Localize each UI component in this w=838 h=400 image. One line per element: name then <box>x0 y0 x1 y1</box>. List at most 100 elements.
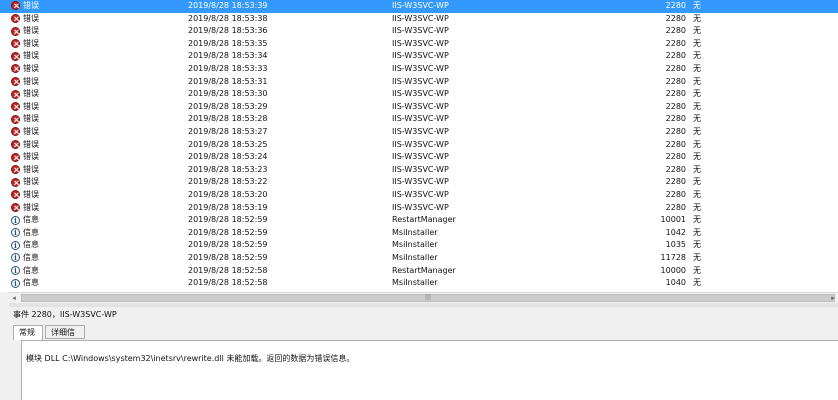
event-level: 信息 <box>23 240 39 250</box>
event-level: 错误 <box>23 13 39 23</box>
event-id: 2280 <box>665 127 686 136</box>
error-icon <box>11 127 20 137</box>
scroll-right-arrow-icon[interactable]: ▸ <box>828 293 838 303</box>
event-id: 2280 <box>665 164 686 174</box>
event-source: IIS-W3SVC-WP <box>392 26 449 36</box>
event-level: 错误 <box>23 190 39 199</box>
event-id: 11728 <box>660 253 686 262</box>
event-date: 2019/8/28 18:53:29 <box>188 101 268 111</box>
event-date: 2019/8/28 18:53:22 <box>188 177 268 187</box>
event-category: 无 <box>693 240 701 250</box>
event-source: RestartManager <box>392 215 456 225</box>
event-list[interactable]: 错误 2019/8/28 18:53:39 IIS-W3SVC-WP 2280 无错误 2… <box>0 0 838 292</box>
event-category: 无 <box>693 164 701 174</box>
event-source: IIS-W3SVC-WP <box>392 1 449 10</box>
event-row[interactable]: 错误 2019/8/28 18:53:25 IIS-W3SVC-WP 2280 无 <box>0 139 838 152</box>
event-level: 错误 <box>23 38 39 48</box>
event-level: 错误 <box>23 26 39 36</box>
event-level-icon-cell <box>11 265 22 278</box>
event-row[interactable]: 错误 2019/8/28 18:53:23 IIS-W3SVC-WP 2280 无 <box>0 164 838 177</box>
event-level-icon-cell <box>11 76 22 89</box>
event-row[interactable]: 错误 2019/8/28 18:53:24 IIS-W3SVC-WP 2280 无 <box>0 151 838 164</box>
event-category: 无 <box>693 26 701 36</box>
event-category: 无 <box>693 152 701 162</box>
event-category: 无 <box>693 76 701 86</box>
event-category: 无 <box>693 278 701 288</box>
event-level-icon-cell <box>11 88 22 101</box>
event-id: 2280 <box>665 38 686 48</box>
event-source: IIS-W3SVC-WP <box>392 13 449 23</box>
event-level-icon-cell <box>11 164 22 177</box>
error-icon <box>11 190 20 200</box>
event-row[interactable]: 信息 2019/8/28 18:52:59 MsiInstaller 1042 无 <box>0 227 838 240</box>
event-row[interactable]: 错误 2019/8/28 18:53:27 IIS-W3SVC-WP 2280 无 <box>0 126 838 139</box>
event-source: IIS-W3SVC-WP <box>392 51 449 61</box>
event-date: 2019/8/28 18:52:59 <box>188 215 268 225</box>
error-icon <box>11 165 20 175</box>
event-date: 2019/8/28 18:53:19 <box>188 202 268 212</box>
event-date: 2019/8/28 18:53:39 <box>188 1 268 10</box>
event-row[interactable]: 信息 2019/8/28 18:52:59 MsiInstaller 11728 无 <box>0 252 838 265</box>
event-row[interactable]: 错误 2019/8/28 18:53:36 IIS-W3SVC-WP 2280 无 <box>0 25 838 38</box>
horizontal-scrollbar[interactable]: ◂ ||| ▸ <box>9 292 838 303</box>
event-category: 无 <box>693 89 701 99</box>
event-row[interactable]: 信息 2019/8/28 18:52:59 MsiInstaller 1035 无 <box>0 239 838 252</box>
event-row[interactable]: 信息 2019/8/28 18:52:58 MsiInstaller 1040 无 <box>0 277 838 290</box>
scroll-left-arrow-icon[interactable]: ◂ <box>9 293 19 303</box>
event-level: 错误 <box>23 114 39 124</box>
event-date: 2019/8/28 18:53:27 <box>188 127 268 136</box>
event-level: 错误 <box>23 89 39 99</box>
event-level-icon-cell <box>11 227 22 240</box>
tab-details[interactable]: 详细信息 <box>45 325 85 351</box>
event-date: 2019/8/28 18:53:20 <box>188 190 268 199</box>
event-source: IIS-W3SVC-WP <box>392 114 449 124</box>
event-row[interactable]: 错误 2019/8/28 18:53:19 IIS-W3SVC-WP 2280 无 <box>0 202 838 215</box>
event-date: 2019/8/28 18:53:25 <box>188 139 268 149</box>
event-date: 2019/8/28 18:53:28 <box>188 114 268 124</box>
event-category: 无 <box>693 177 701 187</box>
event-row[interactable]: 错误 2019/8/28 18:53:30 IIS-W3SVC-WP 2280 无 <box>0 88 838 101</box>
event-row[interactable]: 错误 2019/8/28 18:53:20 IIS-W3SVC-WP 2280 无 <box>0 189 838 202</box>
event-level: 信息 <box>23 227 39 237</box>
event-category: 无 <box>693 51 701 61</box>
error-icon <box>11 177 20 187</box>
event-id: 2280 <box>665 152 686 162</box>
info-icon <box>11 253 20 263</box>
event-row[interactable]: 信息 2019/8/28 18:52:58 RestartManager 10000 无 <box>0 265 838 278</box>
event-id: 2280 <box>665 190 686 199</box>
event-category: 无 <box>693 127 701 136</box>
event-id: 1042 <box>665 227 686 237</box>
scrollbar-thumb[interactable]: ||| <box>21 294 835 302</box>
event-row[interactable]: 错误 2019/8/28 18:53:28 IIS-W3SVC-WP 2280 无 <box>0 113 838 126</box>
event-row[interactable]: 错误 2019/8/28 18:53:35 IIS-W3SVC-WP 2280 无 <box>0 38 838 51</box>
event-level-icon-cell <box>11 139 22 152</box>
error-icon <box>11 89 20 99</box>
event-row[interactable]: 错误 2019/8/28 18:53:38 IIS-W3SVC-WP 2280 无 <box>0 13 838 26</box>
event-level-icon-cell <box>11 151 22 164</box>
event-category: 无 <box>693 101 701 111</box>
event-level: 信息 <box>23 265 39 275</box>
info-icon <box>11 278 20 288</box>
error-icon <box>11 1 20 11</box>
event-message[interactable]: 模块 DLL C:\Windows\system32\inetsrv\rewri… <box>26 353 354 364</box>
event-level-icon-cell <box>11 214 22 227</box>
event-row[interactable]: 信息 2019/8/28 18:52:59 RestartManager 10001 无 <box>0 214 838 227</box>
event-category: 无 <box>693 139 701 149</box>
event-row[interactable]: 错误 2019/8/28 18:53:22 IIS-W3SVC-WP 2280 无 <box>0 176 838 189</box>
event-row[interactable]: 错误 2019/8/28 18:53:33 IIS-W3SVC-WP 2280 无 <box>0 63 838 76</box>
event-level-icon-cell <box>11 63 22 76</box>
error-icon <box>11 76 20 86</box>
event-row[interactable]: 错误 2019/8/28 18:53:39 IIS-W3SVC-WP 2280 无 <box>0 0 838 13</box>
event-row[interactable]: 错误 2019/8/28 18:53:29 IIS-W3SVC-WP 2280 无 <box>0 101 838 114</box>
tab-general[interactable]: 常规 <box>13 325 43 340</box>
event-source: IIS-W3SVC-WP <box>392 190 449 199</box>
event-category: 无 <box>693 64 701 73</box>
event-row[interactable]: 错误 2019/8/28 18:53:31 IIS-W3SVC-WP 2280 无 <box>0 76 838 89</box>
error-icon <box>11 39 20 49</box>
event-row[interactable]: 错误 2019/8/28 18:53:34 IIS-W3SVC-WP 2280 无 <box>0 50 838 63</box>
event-id: 2280 <box>665 139 686 149</box>
scrollbar-grip-icon: ||| <box>424 294 432 301</box>
event-id: 10001 <box>660 215 686 225</box>
event-category: 无 <box>693 114 701 124</box>
event-level: 错误 <box>23 76 39 86</box>
